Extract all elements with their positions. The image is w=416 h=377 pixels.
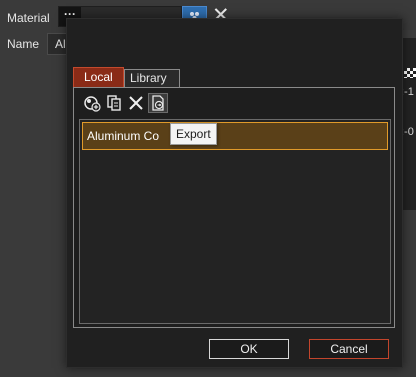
tab-content-panel: Aluminum Co Export xyxy=(73,87,395,328)
dialog-titlebar xyxy=(67,19,402,49)
delete-icon xyxy=(129,96,143,110)
name-label: Name xyxy=(7,37,40,51)
cancel-button[interactable]: Cancel xyxy=(309,339,389,359)
material-label: Material xyxy=(7,11,50,25)
tab-library[interactable]: Library xyxy=(124,69,180,88)
material-list[interactable]: Aluminum Co Export xyxy=(79,119,391,324)
new-material-button[interactable] xyxy=(82,93,102,113)
list-item[interactable]: Aluminum Co xyxy=(82,122,388,150)
tab-local[interactable]: Local xyxy=(73,67,124,88)
delete-material-button[interactable] xyxy=(126,93,146,113)
checker-icon xyxy=(404,68,416,78)
export-material-button[interactable] xyxy=(148,93,168,113)
app-stage: Material ··· ✕ Name Al :-1 :-0 Local Lib… xyxy=(0,0,416,377)
copy-icon xyxy=(107,95,121,111)
copy-material-button[interactable] xyxy=(104,93,124,113)
material-toolbar xyxy=(82,93,182,115)
sphere-add-icon xyxy=(84,96,101,112)
material-dialog: Local Library Aluminum Co Export OK Canc… xyxy=(66,18,403,368)
export-icon xyxy=(152,95,164,111)
export-tooltip: Export xyxy=(170,123,217,145)
ok-button[interactable]: OK xyxy=(209,339,289,359)
